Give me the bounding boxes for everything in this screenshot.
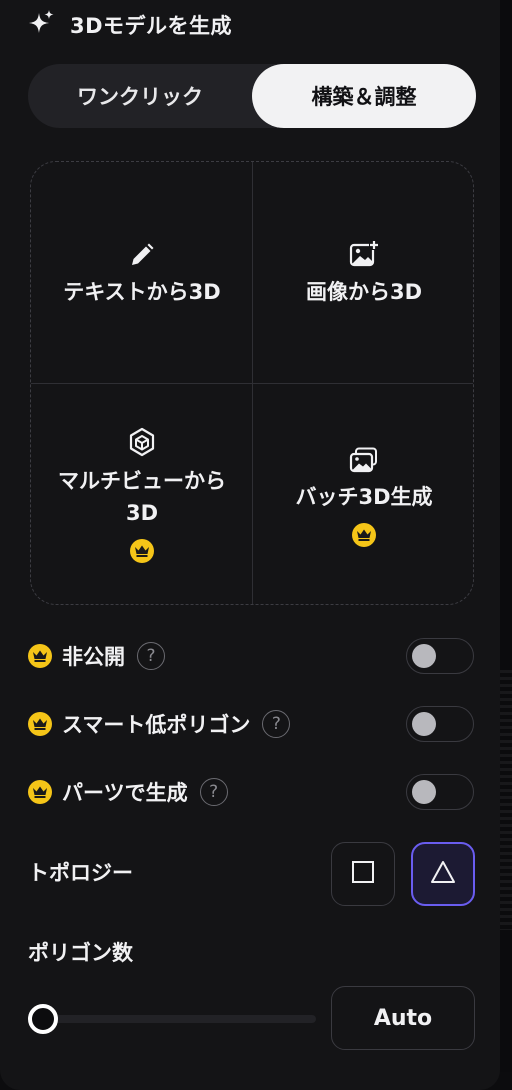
setting-private: 非公開 ? — [28, 636, 474, 676]
crown-icon — [352, 523, 376, 547]
panel-title: 3Dモデルを生成 — [70, 14, 233, 38]
option-label: 画像から3D — [305, 280, 423, 304]
option-batch-3d[interactable]: バッチ3D生成 — [253, 384, 475, 606]
option-label: バッチ3D生成 — [295, 485, 433, 509]
polycount-slider[interactable] — [28, 1003, 316, 1035]
square-icon — [351, 860, 375, 888]
image-add-icon — [349, 238, 379, 268]
private-toggle[interactable] — [406, 638, 474, 674]
smart-low-poly-toggle[interactable] — [406, 706, 474, 742]
generate-by-parts-toggle[interactable] — [406, 774, 474, 810]
crown-icon — [28, 644, 52, 668]
tab-build-and-adjust[interactable]: 構築＆調整 — [252, 64, 476, 128]
setting-generate-by-parts: パーツで生成 ? — [28, 772, 474, 812]
toggle-knob — [412, 712, 436, 736]
tab-one-click[interactable]: ワンクリック — [28, 64, 252, 128]
crown-icon — [28, 712, 52, 736]
help-icon[interactable]: ? — [137, 642, 165, 670]
topology-quad-button[interactable] — [331, 842, 395, 906]
topology-label: トポロジー — [28, 861, 133, 885]
help-icon[interactable]: ? — [199, 778, 228, 806]
background-strip — [500, 0, 512, 1072]
panel-header: 3Dモデルを生成 — [28, 8, 232, 42]
toggle-knob — [412, 780, 436, 804]
option-label: テキストから3D — [63, 280, 221, 304]
crown-icon — [28, 780, 52, 804]
setting-label: パーツで生成 — [62, 781, 188, 805]
pencil-icon — [129, 238, 155, 268]
toggle-knob — [412, 644, 436, 668]
slider-thumb[interactable] — [28, 1004, 58, 1034]
triangle-icon — [430, 860, 456, 888]
polycount-label: ポリゴン数 — [28, 941, 133, 965]
option-multiview-to-3d[interactable]: マルチビューから 3D — [31, 384, 253, 606]
crown-icon — [130, 539, 154, 563]
background-texture — [500, 670, 512, 930]
setting-label: スマート低ポリゴン — [62, 713, 251, 737]
cube-icon — [127, 427, 157, 457]
generation-mode-grid: テキストから3D 画像から3D マルチビューから 3D バッチ3D生成 — [30, 161, 474, 605]
option-image-to-3d[interactable]: 画像から3D — [253, 162, 475, 384]
setting-label: 非公開 — [62, 645, 125, 669]
option-label-line-2: 3D — [125, 501, 159, 525]
slider-track — [32, 1015, 316, 1023]
option-label-line-1: マルチビューから — [58, 469, 226, 493]
mode-toggle: ワンクリック 構築＆調整 — [28, 64, 476, 128]
images-stack-icon — [349, 443, 379, 473]
sparkles-icon — [28, 9, 56, 41]
topology-triangle-button[interactable] — [411, 842, 475, 906]
polycount-auto-button[interactable]: Auto — [331, 986, 475, 1050]
setting-smart-low-poly: スマート低ポリゴン ? — [28, 704, 474, 744]
option-text-to-3d[interactable]: テキストから3D — [31, 162, 253, 384]
help-icon[interactable]: ? — [262, 710, 291, 738]
